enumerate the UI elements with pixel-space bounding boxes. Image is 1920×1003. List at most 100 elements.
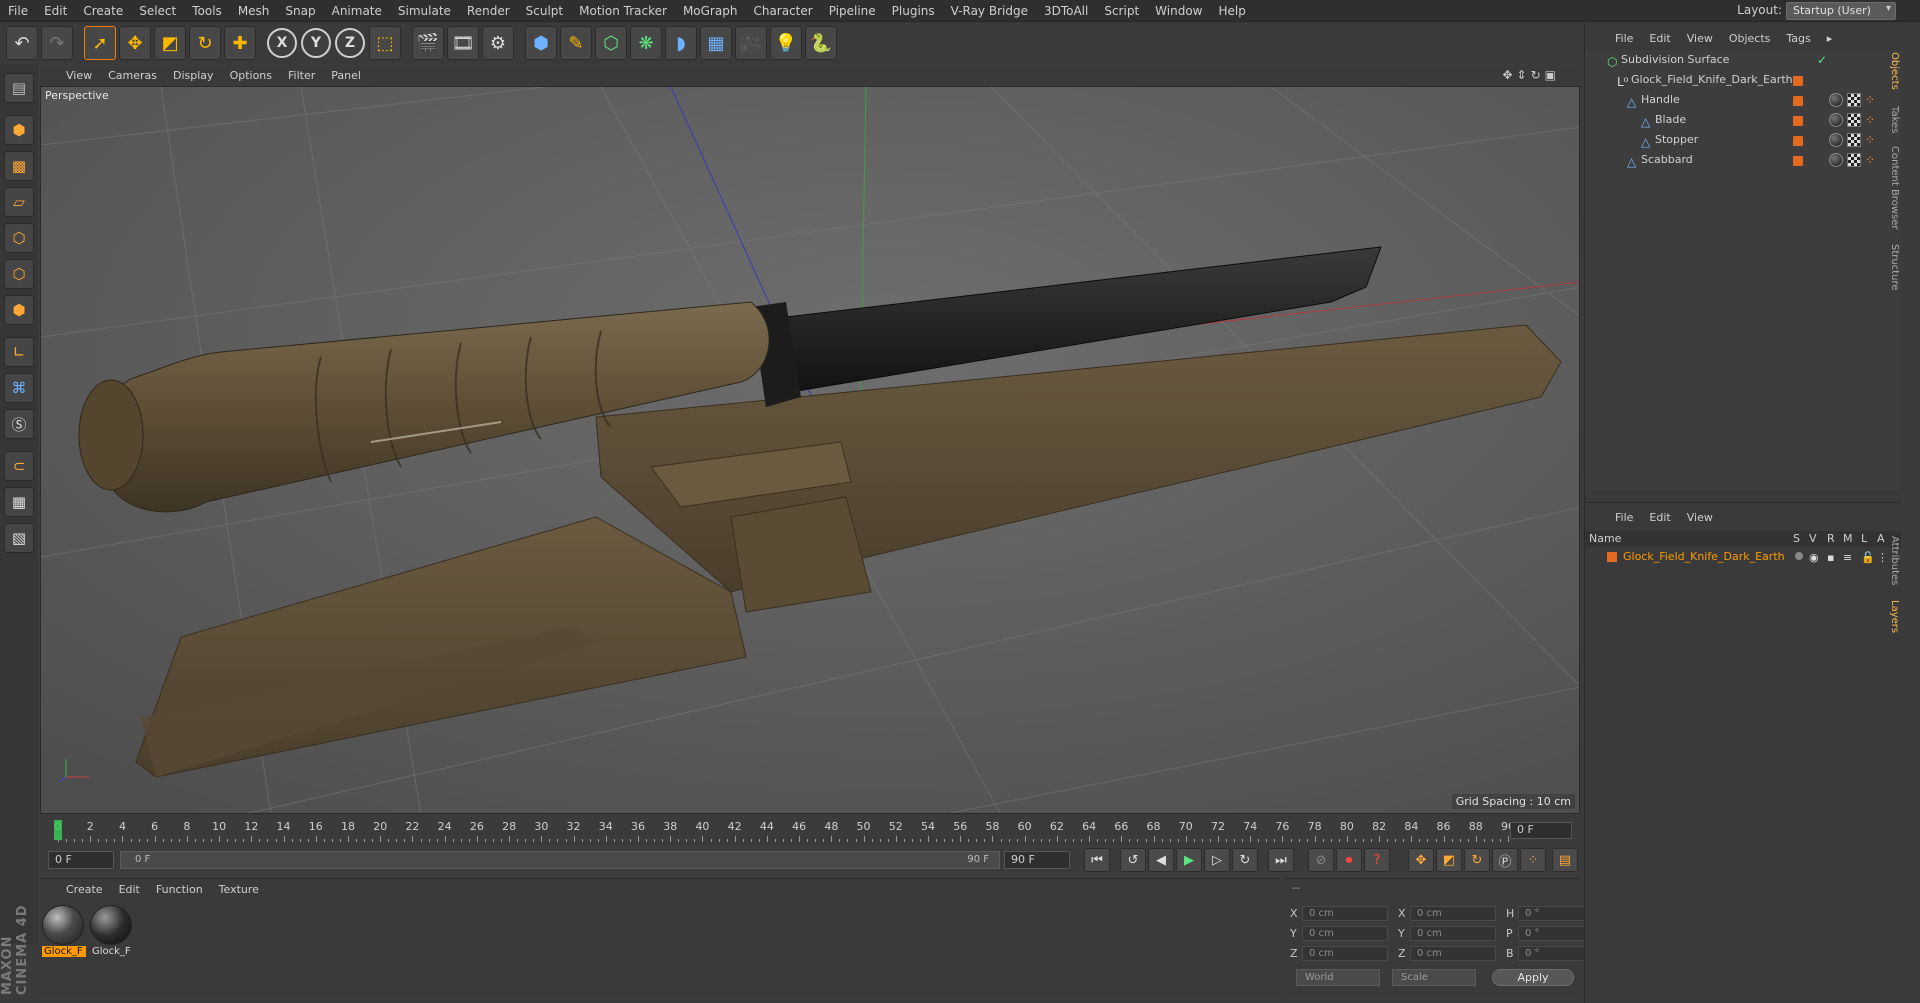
layer-manager-icon[interactable]: ≡ [1843,551,1852,564]
layer-menu-view[interactable]: View [1679,511,1721,524]
menu-plugins[interactable]: Plugins [884,0,943,22]
menu-file[interactable]: File [0,0,36,22]
prev-frame-icon[interactable]: ◀ [1148,848,1174,872]
material-tag-icon[interactable] [1829,133,1843,147]
undo-icon[interactable]: ↶ [6,26,38,60]
selection-tag-icon[interactable]: ⁘ [1865,93,1879,107]
menu-character[interactable]: Character [745,0,820,22]
viewport-menu-display[interactable]: Display [165,69,222,82]
multi-transform-icon[interactable]: ✚ [224,26,256,60]
checkmark-icon[interactable]: ✓ [1817,53,1831,67]
timeline[interactable]: 0246810121416182022242628303234363840424… [40,818,1580,844]
polygons-mode-icon[interactable]: ⬢ [4,295,34,325]
cloner-icon[interactable]: ❋ [630,26,662,60]
position-z-field[interactable]: 0 cm [1302,945,1388,961]
next-frame-icon[interactable]: ▷ [1204,848,1230,872]
viewport-menu-view[interactable]: View [58,69,100,82]
material-swatch[interactable]: Glock_F [90,905,134,961]
position-x-field[interactable]: 0 cm [1302,905,1388,921]
start-frame-field[interactable]: 0 F [48,851,114,869]
material-menu-function[interactable]: Function [148,883,211,896]
render-picture-viewer-icon[interactable]: 🎞 [447,26,479,60]
apply-button[interactable]: Apply [1492,969,1574,986]
cube-icon[interactable]: ⬢ [525,26,557,60]
texture-tag-icon[interactable] [1847,113,1861,127]
layer-color-swatch[interactable] [1607,552,1617,562]
menu-mesh[interactable]: Mesh [230,0,278,22]
layout-select[interactable]: Startup (User) [1786,2,1896,20]
object-row[interactable]: L⁰ Glock_Field_Knife_Dark_Earth [1585,70,1901,90]
goto-start-icon[interactable]: ⏮ [1084,848,1110,872]
viewport-menu-options[interactable]: Options [222,69,280,82]
object-menu-objects[interactable]: Objects [1721,32,1779,45]
material-tag-icon[interactable] [1829,113,1843,127]
menu-vray-bridge[interactable]: V-Ray Bridge [943,0,1036,22]
object-row[interactable]: △ Blade ⁘ [1585,110,1901,130]
object-menu-view[interactable]: View [1679,32,1721,45]
layer-lock-icon[interactable]: 🔓 [1861,551,1875,564]
menu-render[interactable]: Render [459,0,518,22]
redo-icon[interactable]: ↷ [41,26,73,60]
menu-animate[interactable]: Animate [324,0,390,22]
object-row[interactable]: ⬡ Subdivision Surface ✓ [1585,50,1901,70]
material-swatch[interactable]: Glock_F [42,905,86,961]
make-editable-icon[interactable]: ▤ [4,73,34,103]
floor-icon[interactable]: ▦ [700,26,732,60]
python-icon[interactable]: 🐍 [805,26,837,60]
menu-script[interactable]: Script [1096,0,1147,22]
layer-solo-icon[interactable] [1795,552,1803,560]
menu-3dtoall[interactable]: 3DToAll [1036,0,1096,22]
layer-col-manager[interactable]: M [1843,532,1853,545]
size-z-field[interactable]: 0 cm [1410,945,1496,961]
menu-sculpt[interactable]: Sculpt [518,0,571,22]
viewport-menu-filter[interactable]: Filter [280,69,323,82]
scale-icon[interactable]: ◩ [154,26,186,60]
menu-tools[interactable]: Tools [184,0,230,22]
key-points-icon[interactable]: ⁘ [1520,848,1546,872]
workplane-icon[interactable]: ▱ [4,187,34,217]
menu-window[interactable]: Window [1147,0,1210,22]
coordinate-mode-select[interactable]: World [1296,969,1380,986]
coordinate-system-icon[interactable]: ⬚ [369,26,401,60]
x-axis-toggle[interactable]: X [267,28,297,58]
frame-range-slider[interactable]: 0 F 90 F [120,851,1000,869]
move-icon[interactable]: ✥ [119,26,151,60]
texture-tag-icon[interactable] [1847,133,1861,147]
object-menu-more-icon[interactable]: ▸ [1819,32,1841,45]
side-tab-objects[interactable]: Objects [1884,52,1900,90]
viewport-menu-cameras[interactable]: Cameras [100,69,165,82]
material-menu-create[interactable]: Create [58,883,111,896]
key-move-icon[interactable]: ✥ [1408,848,1434,872]
record-icon[interactable]: ⏺ [1336,848,1362,872]
selection-tag-icon[interactable]: ⁘ [1865,133,1879,147]
layer-color-dot[interactable] [1793,136,1803,146]
texture-mode-icon[interactable]: ▩ [4,151,34,181]
snap-icon[interactable]: Ⓢ [4,409,34,439]
key-scale-icon[interactable]: ◩ [1436,848,1462,872]
workplane-lock-icon[interactable]: ▦ [4,487,34,517]
tweak-icon[interactable]: ⌘ [4,373,34,403]
points-mode-icon[interactable]: ⬡ [4,223,34,253]
key-rotate-icon[interactable]: ↻ [1464,848,1490,872]
playhead[interactable] [54,820,62,840]
object-row[interactable]: △ Stopper ⁘ [1585,130,1901,150]
autokey-icon[interactable]: ? [1364,848,1390,872]
deformer-icon[interactable]: ◗ [665,26,697,60]
edges-mode-icon[interactable]: ⬡ [4,259,34,289]
object-row[interactable]: △ Scabbard ⁘ [1585,150,1901,170]
subdivision-icon[interactable]: ⬡ [595,26,627,60]
material-menu-texture[interactable]: Texture [211,883,267,896]
live-selection-icon[interactable]: ➚ [84,26,116,60]
menu-pipeline[interactable]: Pipeline [821,0,884,22]
side-tab-takes[interactable]: Takes [1884,106,1900,133]
menu-simulate[interactable]: Simulate [390,0,459,22]
next-key-icon[interactable]: ↻ [1232,848,1258,872]
render-settings-icon[interactable]: ⚙ [482,26,514,60]
menu-select[interactable]: Select [131,0,184,22]
object-menu-tags[interactable]: Tags [1778,32,1818,45]
layer-col-render[interactable]: R [1827,532,1835,545]
layer-col-locked[interactable]: L [1861,532,1867,545]
object-menu-edit[interactable]: Edit [1641,32,1678,45]
material-menu-edit[interactable]: Edit [111,883,148,896]
layer-color-dot[interactable] [1793,76,1803,86]
